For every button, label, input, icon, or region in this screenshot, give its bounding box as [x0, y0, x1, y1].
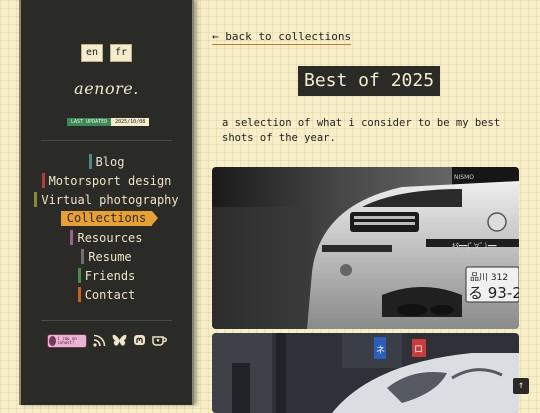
photo-sign-1: ネ	[376, 345, 385, 356]
last-updated-badge: LAST UPDATED 2025/10/08	[67, 118, 150, 126]
nav-label: Collections	[60, 211, 159, 226]
gallery-photo-1[interactable]: 品川 312 る 93-2 ｷﾀ━━(ﾟ∀ﾟ)━━ NISMO	[212, 167, 519, 329]
nav-item-resources[interactable]: Resources	[21, 228, 192, 247]
nav-color-bar	[88, 154, 92, 169]
nav-item-resume[interactable]: Resume	[21, 247, 192, 266]
photo-badge: NISMO	[454, 174, 474, 181]
nav-color-bar	[70, 230, 74, 245]
site-logo[interactable]: aenore.	[21, 79, 192, 98]
nav-label: Friends	[84, 268, 136, 283]
license-plate-number: る 93-2	[468, 284, 519, 302]
support-badge[interactable]: i rap on cohost!	[46, 333, 87, 348]
gallery-photo-2[interactable]: ネ ロ	[212, 333, 519, 413]
nav-color-bar	[41, 173, 45, 188]
support-badge-text: i rap on cohost!	[57, 335, 77, 345]
nav-label: Blog	[95, 154, 125, 169]
nav-color-bar	[34, 192, 38, 207]
sidebar: en fr aenore. LAST UPDATED 2025/10/08 Bl…	[19, 0, 194, 405]
nav-item-virtual-photography[interactable]: Virtual photography	[21, 190, 192, 209]
nav-item-blog[interactable]: Blog	[21, 152, 192, 171]
lang-en-button[interactable]: en	[80, 44, 103, 62]
nav-label: Contact	[84, 287, 136, 302]
nav-label: Resume	[88, 249, 132, 264]
nav-item-friends[interactable]: Friends	[21, 266, 192, 285]
lang-fr-button[interactable]: fr	[110, 44, 133, 62]
nav-label: Resources	[77, 230, 143, 245]
page-title: Best of 2025	[298, 66, 441, 96]
photo-sign-2: ロ	[414, 345, 423, 355]
page-description: a selection of what i consider to be my …	[222, 117, 501, 144]
support-avatar-icon	[48, 335, 56, 346]
divider	[41, 140, 172, 141]
bluesky-icon[interactable]	[112, 333, 127, 348]
photo-caption-mark: ｷﾀ━━(ﾟ∀ﾟ)━━	[452, 242, 497, 250]
nav-color-bar	[77, 287, 81, 302]
rss-icon[interactable]	[92, 333, 107, 348]
social-links: i rap on cohost!	[21, 333, 192, 348]
scroll-to-top-button[interactable]: ↑	[513, 378, 529, 394]
nav-item-motorsport-design[interactable]: Motorsport design	[21, 171, 192, 190]
nav-color-bar	[77, 268, 81, 283]
nav-color-bar	[81, 249, 85, 264]
back-to-collections-link[interactable]: ← back to collections	[212, 30, 352, 45]
last-updated-label: LAST UPDATED	[67, 118, 112, 126]
main-nav: Blog Motorsport design Virtual photograp…	[21, 152, 192, 304]
nav-item-contact[interactable]: Contact	[21, 285, 192, 304]
license-plate-top: 品川 312	[470, 272, 508, 283]
last-updated-date: 2025/10/08	[111, 118, 150, 126]
divider	[41, 320, 172, 321]
mastodon-icon[interactable]	[132, 333, 147, 348]
nav-label: Motorsport design	[48, 173, 172, 188]
nav-item-collections[interactable]: Collections	[21, 209, 192, 228]
kofi-icon[interactable]	[151, 333, 167, 348]
language-switcher: en fr	[21, 44, 192, 62]
nav-label: Virtual photography	[41, 192, 179, 207]
main-content: ← back to collections Best of 2025 a sel…	[212, 0, 519, 413]
